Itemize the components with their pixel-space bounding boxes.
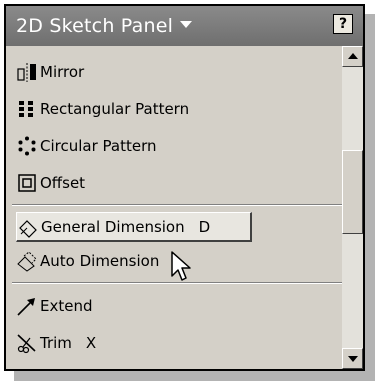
tool-label: Offset <box>40 174 86 192</box>
tool-label: Rectangular Pattern <box>40 100 190 118</box>
tool-label: Circular Pattern <box>40 137 157 155</box>
tool-label: Extend <box>40 297 93 315</box>
separator <box>12 204 342 206</box>
offset-icon <box>18 174 36 192</box>
sketch-panel: 2D Sketch Panel ? Mirror Rectangular Pat… <box>4 4 365 371</box>
down-arrow-icon <box>348 356 358 362</box>
up-arrow-icon <box>348 53 358 59</box>
partial-item-icon <box>24 367 64 371</box>
tool-mirror[interactable]: Mirror <box>16 58 336 86</box>
scroll-thumb[interactable] <box>342 150 363 234</box>
shortcut-key: X <box>85 334 97 352</box>
panel-title-dropdown[interactable]: 2D Sketch Panel <box>16 15 193 37</box>
extend-icon <box>17 298 35 316</box>
vertical-scrollbar[interactable] <box>342 46 363 369</box>
dimension-icon <box>19 219 37 238</box>
auto-dimension-icon <box>17 251 37 272</box>
tool-label: Trim <box>40 334 72 352</box>
dropdown-arrow-icon <box>180 21 193 28</box>
tool-general-dimension[interactable]: General Dimension D <box>16 212 252 242</box>
mirror-icon <box>17 63 36 82</box>
shortcut-key: D <box>198 217 211 236</box>
panel-title: 2D Sketch Panel <box>16 15 174 37</box>
help-button[interactable]: ? <box>333 14 353 34</box>
trim-icon <box>17 334 36 354</box>
tool-label: Mirror <box>40 63 85 81</box>
tool-rectangular-pattern[interactable]: Rectangular Pattern <box>16 95 336 123</box>
tool-offset[interactable]: Offset <box>16 169 336 197</box>
partial-next-item <box>24 362 64 371</box>
scroll-down-button[interactable] <box>342 348 363 369</box>
rectangular-pattern-icon <box>19 101 33 117</box>
tool-list: Mirror Rectangular Pattern Circular Patt… <box>6 46 342 369</box>
mouse-pointer-icon <box>171 251 191 281</box>
tool-extend[interactable]: Extend <box>16 292 336 320</box>
tool-trim[interactable]: Trim X <box>16 329 336 357</box>
panel-titlebar[interactable]: 2D Sketch Panel ? <box>6 6 363 46</box>
tool-circular-pattern[interactable]: Circular Pattern <box>16 132 336 160</box>
scroll-up-button[interactable] <box>342 46 363 67</box>
tool-label: Auto Dimension <box>40 252 160 270</box>
tool-label: General Dimension <box>41 217 185 236</box>
circular-pattern-icon <box>18 136 36 156</box>
